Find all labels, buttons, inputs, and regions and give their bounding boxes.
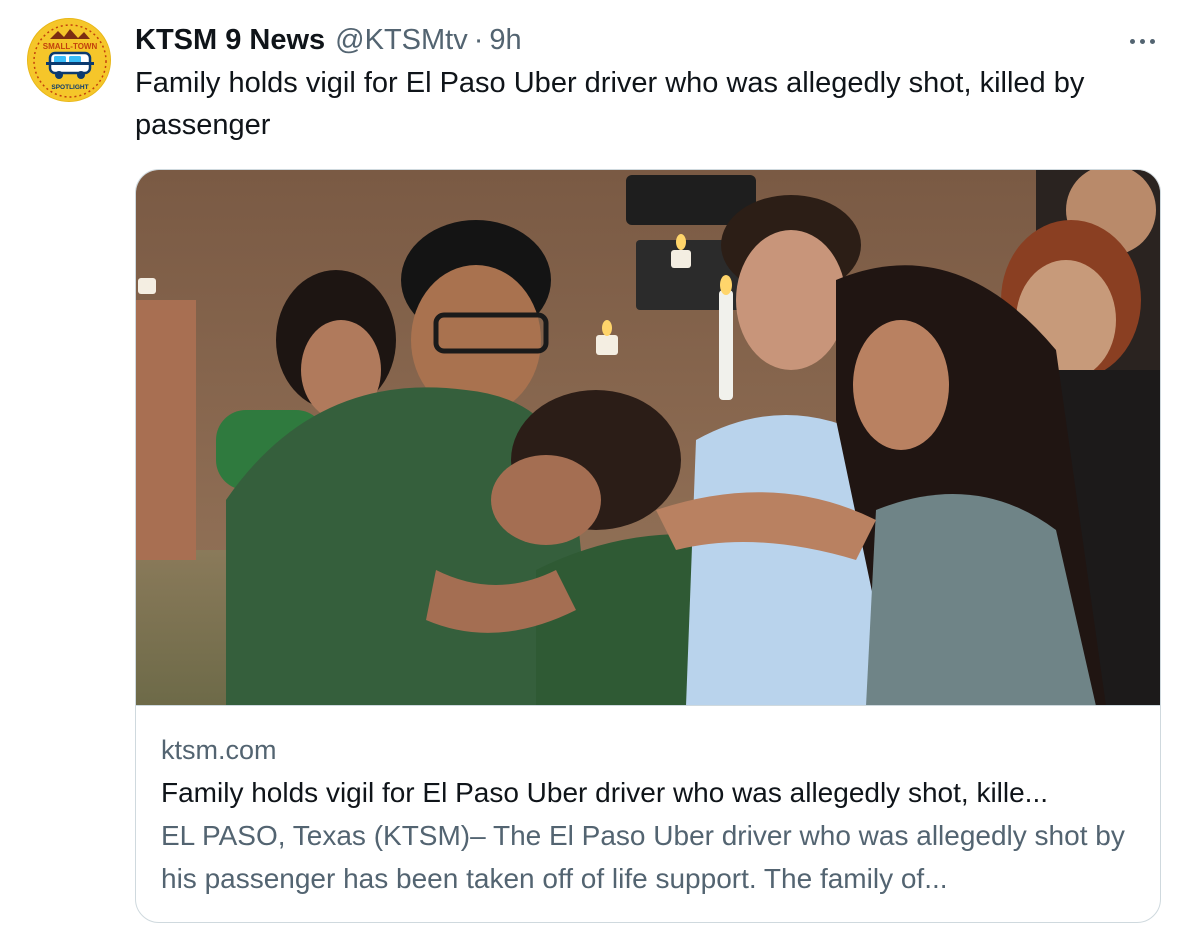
link-card[interactable]: ktsm.com Family holds vigil for El Paso … [135,169,1161,923]
card-description: EL PASO, Texas (KTSM)– The El Paso Uber … [161,820,1125,894]
more-options-button[interactable] [1125,26,1159,56]
card-meta: ktsm.com Family holds vigil for El Paso … [161,730,1141,900]
tweet-header: KTSM 9 News @KTSMtv · 9h [135,20,522,60]
tweet-text: Family holds vigil for El Paso Uber driv… [135,67,1085,141]
card-domain: ktsm.com [161,735,277,765]
tweet: SMALL-TOWN SPOTLIGHT KTSM 9 News @KTSMtv… [0,0,1186,940]
more-dot-icon [1139,38,1145,44]
vigil-photo [136,170,1160,705]
van-logo-icon: SMALL-TOWN SPOTLIGHT [28,19,110,101]
avatar-bottom-text: SPOTLIGHT [51,84,88,91]
timestamp[interactable]: 9h [489,20,521,60]
separator-dot: · [473,24,484,56]
avatar-top-text: SMALL-TOWN [43,42,98,51]
card-image[interactable] [136,170,1160,706]
more-dot-icon [1149,38,1155,44]
card-title[interactable]: Family holds vigil for El Paso Uber driv… [161,772,1141,814]
avatar[interactable]: SMALL-TOWN SPOTLIGHT [27,18,111,102]
author-name[interactable]: KTSM 9 News [135,20,325,60]
more-dot-icon [1129,38,1135,44]
author-handle[interactable]: @KTSMtv [335,20,468,60]
